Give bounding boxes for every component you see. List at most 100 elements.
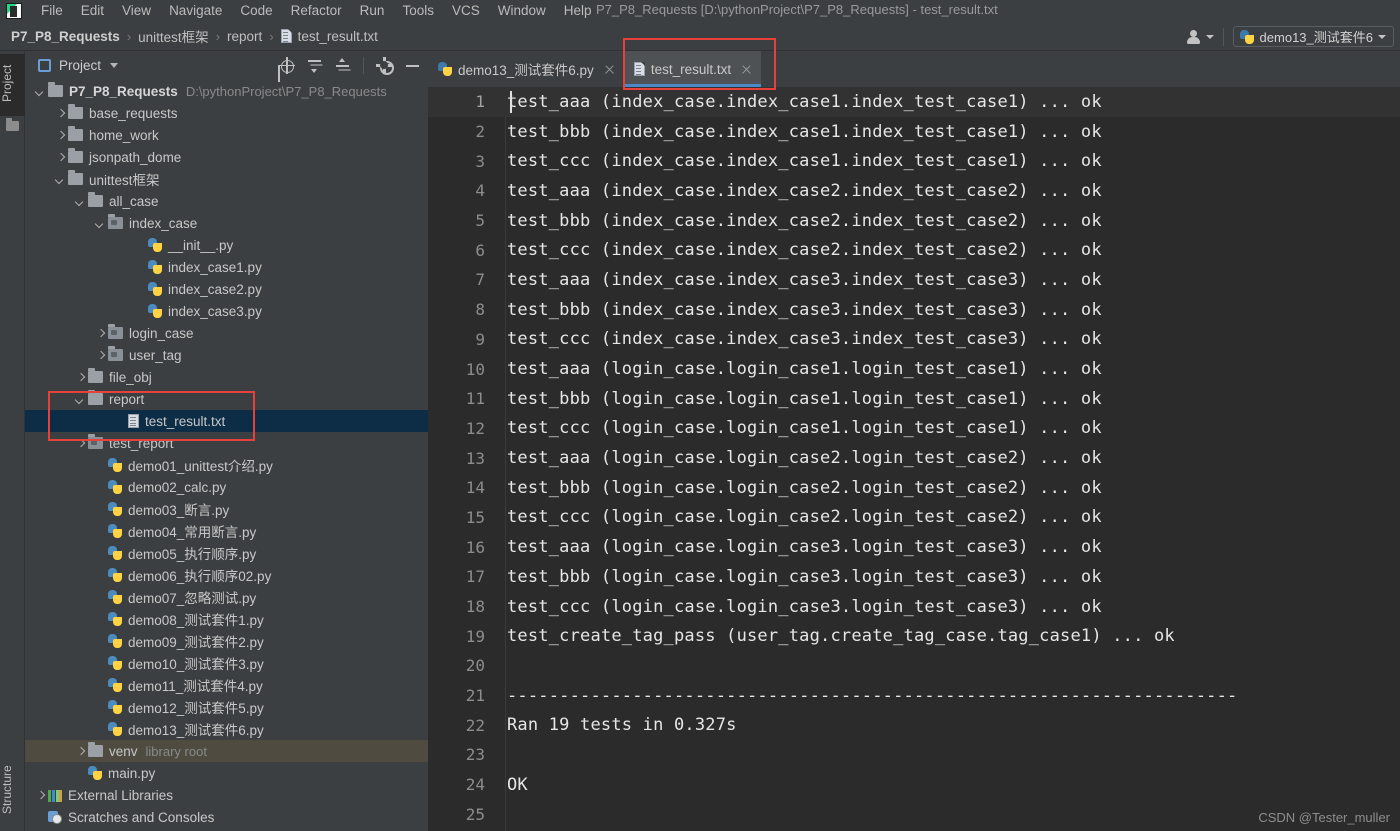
menu-item-file[interactable]: File [32, 1, 72, 22]
chevron-right-icon[interactable] [55, 130, 65, 140]
editor-tab-test-result[interactable]: test_result.txt [623, 51, 762, 87]
tree-item-user-tag[interactable]: user_tag [25, 344, 428, 366]
source-folder-icon [108, 324, 123, 339]
tree-item-demo01-unittest-py[interactable]: demo01_unittest介绍.py [25, 454, 428, 476]
chevron-down-icon[interactable] [75, 394, 85, 404]
tree-item-label: demo08_测试套件1.py [128, 613, 264, 628]
python-file-icon [148, 304, 162, 318]
sidebar-tab-project[interactable]: Project [0, 54, 25, 116]
gear-icon[interactable] [375, 57, 394, 75]
tree-item-scratches-and-consoles[interactable]: Scratches and Consoles [25, 806, 428, 828]
tree-item-index-case[interactable]: index_case [25, 212, 428, 234]
menu-item-vcs[interactable]: VCS [443, 1, 489, 22]
menu-item-edit[interactable]: Edit [72, 1, 113, 22]
tree-item-demo08-1-py[interactable]: demo08_测试套件1.py [25, 608, 428, 630]
tree-item-demo06-02-py[interactable]: demo06_执行顺序02.py [25, 564, 428, 586]
tree-item-main-py[interactable]: main.py [25, 762, 428, 784]
text-caret [510, 91, 512, 113]
collapse-all-icon[interactable] [335, 58, 350, 73]
run-configuration-selector[interactable]: demo13_测试套件6 [1232, 26, 1394, 47]
python-file-icon [108, 458, 122, 472]
menu-item-window[interactable]: Window [489, 1, 555, 22]
breadcrumb-item-2[interactable]: report [227, 29, 262, 44]
tree-item-demo03-py[interactable]: demo03_断言.py [25, 498, 428, 520]
python-file-icon [108, 634, 122, 648]
tree-item-all-case[interactable]: all_case [25, 190, 428, 212]
tree-item-demo02-calc-py[interactable]: demo02_calc.py [25, 476, 428, 498]
close-icon[interactable] [741, 64, 752, 75]
tree-item-external-libraries[interactable]: External Libraries [25, 784, 428, 806]
chevron-down-icon[interactable] [95, 218, 105, 228]
tree-item-demo07-py[interactable]: demo07_忽略测试.py [25, 586, 428, 608]
tree-item-jsonpath-dome[interactable]: jsonpath_dome [25, 146, 428, 168]
menu-bar: File Edit View Navigate Code Refactor Run Tools… [0, 0, 1400, 22]
chevron-right-icon[interactable] [55, 152, 65, 162]
tree-item-unittest[interactable]: unittest框架 [25, 168, 428, 190]
chevron-right-icon[interactable] [95, 328, 105, 338]
breadcrumb-item-1[interactable]: unittest框架 [138, 26, 209, 46]
tree-item-report[interactable]: report [25, 388, 428, 410]
folder-icon [48, 82, 63, 97]
chevron-down-icon[interactable] [75, 196, 85, 206]
tree-item-login-case[interactable]: login_case [25, 322, 428, 344]
menu-item-refactor[interactable]: Refactor [282, 1, 351, 22]
tree-item-demo09-2-py[interactable]: demo09_测试套件2.py [25, 630, 428, 652]
tree-item-demo13-6-py[interactable]: demo13_测试套件6.py [25, 718, 428, 740]
line-number: 13 [465, 448, 485, 468]
folder-icon [68, 170, 83, 185]
tree-item-index-case2-py[interactable]: index_case2.py [25, 278, 428, 300]
editor-line: 19 test_create_tag_pass (user_tag.create_… [428, 621, 1400, 651]
chevron-right-icon[interactable] [75, 438, 85, 448]
tree-item-demo05-py[interactable]: demo05_执行顺序.py [25, 542, 428, 564]
menu-item-run[interactable]: Run [351, 1, 394, 22]
chevron-down-icon[interactable] [35, 86, 45, 96]
chevron-right-icon[interactable] [55, 108, 65, 118]
folder-icon[interactable] [6, 118, 19, 131]
minimize-icon[interactable] [405, 58, 420, 73]
editor-tab-demo13[interactable]: demo13_测试套件6.py [428, 51, 624, 87]
chevron-right-icon[interactable] [75, 372, 85, 382]
menu-item-tools[interactable]: Tools [393, 1, 443, 22]
chevron-right-icon[interactable] [75, 746, 85, 756]
menu-item-help[interactable]: Help [555, 1, 601, 22]
tree-item-file-obj[interactable]: file_obj [25, 366, 428, 388]
tree-item-venv[interactable]: venv library root [25, 740, 428, 762]
chevron-down-icon[interactable] [55, 174, 65, 184]
locate-icon[interactable] [278, 57, 295, 74]
breadcrumb-item-3[interactable]: test_result.txt [280, 29, 378, 44]
breadcrumb-item-0[interactable]: P7_P8_Requests [11, 29, 120, 44]
menu-item-navigate[interactable]: Navigate [160, 1, 231, 22]
tree-item-index-case1-py[interactable]: index_case1.py [25, 256, 428, 278]
menu-item-view[interactable]: View [113, 1, 160, 22]
tree-item-home-work[interactable]: home_work [25, 124, 428, 146]
editor-line: 25 [428, 800, 1400, 830]
tree-item-demo12-5-py[interactable]: demo12_测试套件5.py [25, 696, 428, 718]
user-menu-button[interactable] [1186, 29, 1214, 44]
menu-item-code[interactable]: Code [231, 1, 281, 22]
editor-viewport[interactable]: 1 test_aaa (index_case.index_case1.index_… [428, 87, 1400, 831]
close-icon[interactable] [604, 64, 615, 75]
project-tool-window: Project P7_P8_Requests D:\pythonProject\P… [25, 51, 428, 831]
sidebar-tab-structure[interactable]: Structure [0, 753, 25, 827]
tree-item-label: base_requests [89, 105, 178, 121]
tree-item-index-case3-py[interactable]: index_case3.py [25, 300, 428, 322]
tree-item-test-report[interactable]: test_report [25, 432, 428, 454]
editor-line: 13 test_aaa (login_case.login_case2.login… [428, 443, 1400, 473]
tree-item-demo10-3-py[interactable]: demo10_测试套件3.py [25, 652, 428, 674]
tree-item-p7-p8-requests[interactable]: P7_P8_Requests D:\pythonProject\P7_P8_Req… [25, 80, 428, 102]
tree-item-demo11-4-py[interactable]: demo11_测试套件4.py [25, 674, 428, 696]
folder-icon [88, 390, 103, 405]
tree-item-base-requests[interactable]: base_requests [25, 102, 428, 124]
tree-item-label: login_case [129, 325, 194, 341]
chevron-down-icon[interactable] [110, 63, 119, 68]
expand-all-icon[interactable] [307, 58, 322, 73]
editor-tab-label: test_result.txt [650, 61, 732, 77]
tree-item-init-py[interactable]: __init__.py [25, 234, 428, 256]
chevron-right-icon[interactable] [35, 790, 45, 800]
line-number: 10 [465, 359, 485, 379]
tree-item-test-result-txt[interactable]: test_result.txt [25, 410, 428, 432]
tree-item-demo04-py[interactable]: demo04_常用断言.py [25, 520, 428, 542]
chevron-right-icon[interactable] [95, 350, 105, 360]
